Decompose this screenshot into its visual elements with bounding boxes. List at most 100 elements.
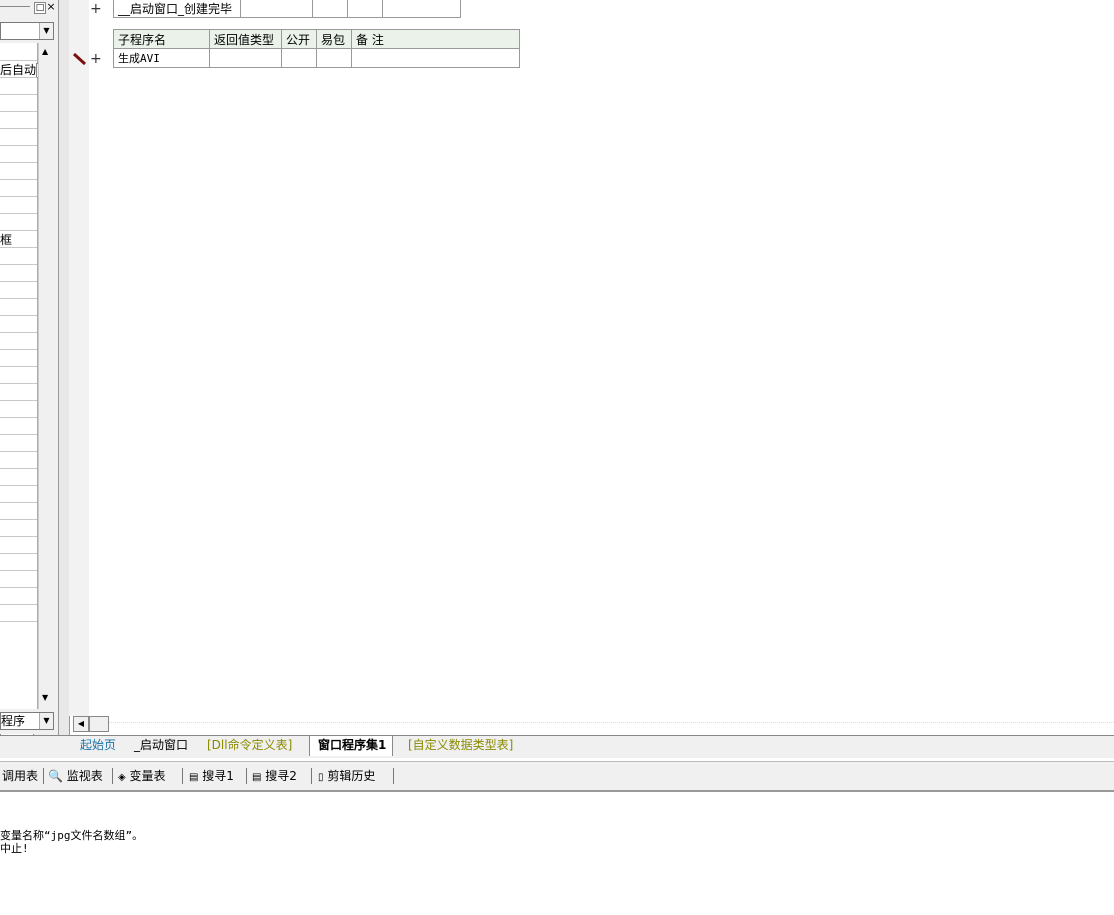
property-scrollbar[interactable]: ▲ ▼ (38, 43, 54, 709)
tab-label: [Dll命令定义表] (207, 738, 293, 752)
property-cell: 后自动 (0, 63, 37, 77)
grid-line (0, 145, 37, 146)
subroutine-name-cell[interactable]: 生成AVI (113, 48, 210, 68)
expand-icon[interactable]: + (90, 1, 102, 17)
separator (393, 768, 394, 784)
search2-label: 搜寻2 (265, 769, 297, 783)
grid-line (0, 281, 37, 282)
variable-table-label: 变量表 (129, 769, 166, 783)
output-line: 中止! (0, 842, 29, 855)
event-table: __启动窗口_创建完毕 (113, 0, 461, 18)
horizontal-scrollbar[interactable]: ◀ (73, 716, 1114, 732)
document-icon: ▯ (318, 772, 324, 783)
find-doc-icon: ▤ (189, 772, 199, 783)
tab-label: 起始页 (80, 738, 117, 752)
scroll-down-icon[interactable]: ▼ (42, 693, 48, 702)
titlebar-grip (0, 6, 30, 7)
expand-icon[interactable]: + (90, 51, 102, 67)
table-cell[interactable] (312, 0, 348, 18)
table-header-row: 子程序名 返回值类型 公开 易包 备 注 (113, 29, 520, 49)
chevron-down-icon[interactable]: ▼ (39, 23, 53, 39)
grid-line (0, 485, 37, 486)
glasses-icon: ◈ (118, 772, 126, 783)
grid-line (0, 621, 37, 622)
grid-line (0, 77, 37, 78)
tab-custom-types[interactable]: [自定义数据类型表] (398, 736, 519, 756)
column-header: 返回值类型 (209, 29, 282, 49)
edit-pencil-icon (72, 51, 88, 67)
grid-line (0, 400, 37, 401)
table-cell[interactable] (209, 48, 282, 68)
grid-line (0, 94, 37, 95)
separator (311, 768, 312, 784)
property-cell: 框 (0, 233, 13, 247)
grid-line (0, 451, 37, 452)
restore-icon[interactable]: □ (34, 2, 46, 14)
grid-line (0, 366, 37, 367)
scroll-track[interactable] (109, 722, 1114, 723)
clip-history-button[interactable]: ▯ 剪辑历史 (318, 767, 375, 785)
table-row: 生成AVI (113, 48, 520, 68)
watch-table-label: 监视表 (66, 769, 103, 783)
grid-line (0, 111, 37, 112)
grid-line (0, 553, 37, 554)
event-select[interactable]: 程序 ▼ (0, 712, 54, 730)
event-name-cell[interactable]: __启动窗口_创建完毕 (113, 0, 241, 18)
grid-line (0, 298, 37, 299)
close-icon[interactable]: × (46, 1, 56, 12)
tab-dll-commands[interactable]: [Dll命令定义表] (199, 736, 298, 756)
bottom-toolbar: 调用表 🔍 监视表 ◈ 变量表 ▤ 搜寻1 ▤ 搜寻2 ▯ 剪辑历史 (0, 761, 1114, 792)
tab-label: _启动窗口 (134, 738, 189, 752)
watch-table-button[interactable]: 🔍 监视表 (48, 767, 103, 785)
code-gutter (69, 0, 89, 716)
grid-line (0, 315, 37, 316)
table-cell[interactable] (281, 48, 317, 68)
variable-table-button[interactable]: ◈ 变量表 (118, 767, 166, 785)
scroll-up-icon[interactable]: ▲ (42, 47, 48, 56)
column-header: 备 注 (351, 29, 520, 49)
grid-line (0, 128, 37, 129)
table-cell[interactable] (382, 0, 461, 18)
chevron-down-icon[interactable]: ▼ (39, 713, 53, 729)
output-panel[interactable]: 变量名称“jpg文件名数组”。 中止! (0, 792, 1114, 915)
scroll-left-icon[interactable]: ◀ (73, 716, 89, 732)
tab-window-assembly[interactable]: 窗口程序集1 (309, 736, 394, 756)
grid-line (0, 349, 37, 350)
component-select[interactable]: ▼ (0, 22, 54, 40)
tab-startup-window[interactable]: _启动窗口 (126, 736, 194, 756)
find-doc-icon: ▤ (252, 772, 262, 783)
grid-line (0, 332, 37, 333)
grid-line (0, 502, 37, 503)
scroll-thumb[interactable] (89, 716, 109, 732)
search-icon: 🔍 (48, 769, 63, 783)
grid-line (0, 162, 37, 163)
grid-line (0, 587, 37, 588)
search1-label: 搜寻1 (202, 769, 234, 783)
call-table-button[interactable]: 调用表 (2, 767, 38, 785)
subroutine-table: 子程序名 返回值类型 公开 易包 备 注 生成AVI (113, 29, 520, 68)
column-header: 子程序名 (113, 29, 210, 49)
table-cell[interactable] (347, 0, 383, 18)
event-select-value: 程序 (1, 714, 26, 728)
tab-label: 窗口程序集1 (318, 738, 387, 752)
grid-line (0, 570, 37, 571)
search2-button[interactable]: ▤ 搜寻2 (252, 767, 297, 785)
table-row: __启动窗口_创建完毕 (113, 0, 461, 18)
grid-line (0, 536, 37, 537)
table-cell[interactable] (316, 48, 352, 68)
column-header: 易包 (316, 29, 352, 49)
grid-line (0, 264, 37, 265)
grid-line (0, 468, 37, 469)
grid-line (0, 179, 37, 180)
table-cell[interactable] (240, 0, 313, 18)
grid-line (0, 196, 37, 197)
table-cell[interactable] (351, 48, 520, 68)
call-table-label: 调用表 (2, 769, 39, 783)
grid-line (0, 247, 37, 248)
property-panel: □ × ▼ ... 后自动 框 ▲ ▼ 程序 ▼ 属性 (0, 0, 58, 756)
grid-line (0, 434, 37, 435)
property-grid[interactable]: 后自动 框 (0, 43, 50, 709)
search1-button[interactable]: ▤ 搜寻1 (189, 767, 234, 785)
grid-line (0, 213, 37, 214)
tab-start-page[interactable]: 起始页 (70, 736, 122, 756)
